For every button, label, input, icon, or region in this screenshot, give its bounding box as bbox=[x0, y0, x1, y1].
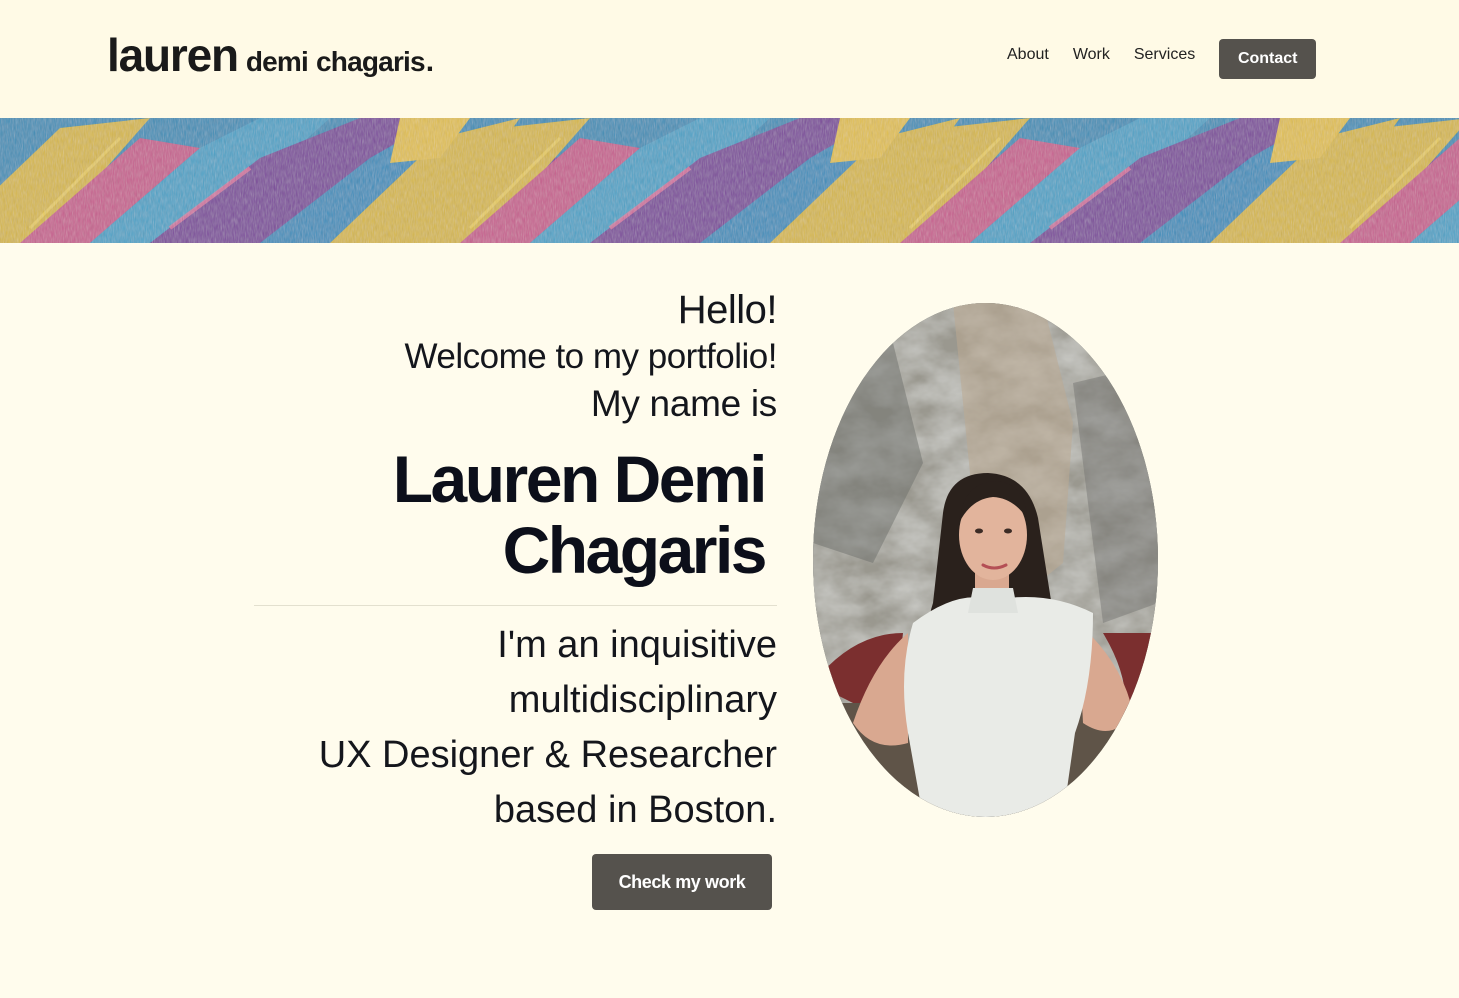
hero-bio-line: I'm an inquisitive bbox=[497, 624, 777, 666]
main-nav: About Work Services Contact bbox=[1007, 39, 1317, 79]
site-header: lauren demi chagaris . About Work Servic… bbox=[0, 0, 1459, 118]
nav-services-link[interactable]: Services bbox=[1134, 35, 1195, 75]
nav-work-link[interactable]: Work bbox=[1073, 35, 1110, 75]
profile-portrait-image bbox=[813, 303, 1158, 817]
hero-bio-line: UX Designer & Researcher bbox=[318, 734, 777, 776]
hero-bio: I'm an inquisitive multidisciplinary UX … bbox=[319, 618, 777, 838]
hero-bio-line: based in Boston. bbox=[493, 789, 777, 831]
hero-intro: My name is bbox=[590, 383, 777, 424]
logo-middle-name: demi bbox=[245, 46, 309, 77]
hero-name-line-2: Chagaris bbox=[502, 513, 768, 587]
site-logo[interactable]: lauren demi chagaris . bbox=[107, 28, 434, 82]
hero-name-line-1: Lauren Demi bbox=[392, 442, 768, 516]
hero-welcome: Welcome to my portfolio! bbox=[404, 337, 778, 376]
logo-last-name: chagaris bbox=[316, 46, 426, 77]
hero-bio-line: multidisciplinary bbox=[508, 679, 777, 721]
check-my-work-button[interactable]: Check my work bbox=[592, 854, 772, 910]
nav-about-link[interactable]: About bbox=[1007, 35, 1049, 75]
hero-greeting: Hello! bbox=[677, 288, 778, 332]
paint-stroke-banner bbox=[0, 118, 1459, 243]
hero-greeting-block: Hello! Welcome to my portfolio! My name … bbox=[405, 286, 778, 428]
hero-divider bbox=[254, 605, 777, 606]
logo-dot: . bbox=[425, 45, 434, 78]
hero-name: Lauren Demi Chagaris bbox=[392, 442, 768, 587]
contact-button[interactable]: Contact bbox=[1219, 39, 1317, 79]
logo-first-name: lauren bbox=[107, 29, 239, 81]
